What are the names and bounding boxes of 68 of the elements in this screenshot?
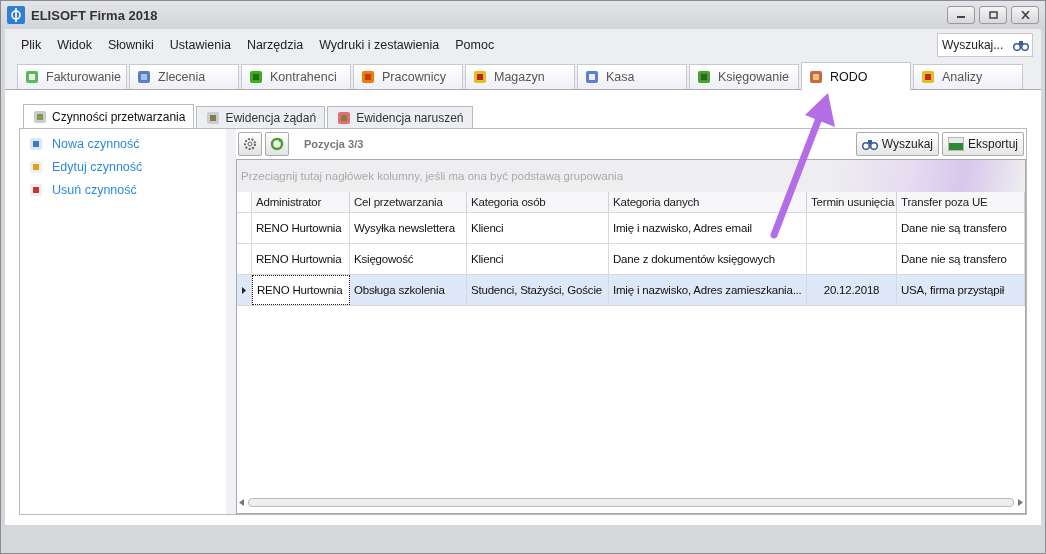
group-hint: Przeciągnij tutaj nagłówek kolumny, jeśli ma ona być podstawą grupowania — [241, 170, 624, 182]
refresh-button[interactable] — [265, 132, 289, 156]
table-cell: RENO Hurtownia — [252, 213, 350, 243]
gear-icon — [243, 137, 257, 151]
position-label: Pozycja 3/3 — [304, 138, 364, 150]
table-cell: RENO Hurtownia — [252, 275, 350, 305]
module-tab[interactable]: Magazyn — [465, 64, 575, 89]
table-cell: 20.12.2018 — [807, 275, 897, 305]
sub-tab[interactable]: Ewidencja naruszeń — [327, 106, 473, 128]
menu-item[interactable]: Plik — [13, 38, 50, 52]
minimize-button[interactable] — [947, 6, 975, 24]
table-row[interactable]: RENO Hurtownia Obsługa szkolenia Studenci, Stażyści, Goście Imię i nazwisko, Adres zamieszkania... 20.12.2018 USA, firma przystąpił — [237, 275, 1025, 306]
table-cell: RENO Hurtownia — [252, 244, 350, 274]
refresh-icon — [270, 137, 284, 151]
menu-item[interactable]: Wydruki i zestawienia — [311, 38, 448, 52]
table-cell: Imię i nazwisko, Adres zamieszkania... — [609, 275, 807, 305]
settings-button[interactable] — [238, 132, 262, 156]
table-cell: Wysyłka newslettera — [350, 213, 467, 243]
binoculars-icon — [861, 138, 878, 150]
table-cell: Studenci, Stażyści, Goście — [467, 275, 609, 305]
window-title: ELISOFT Firma 2018 — [31, 7, 158, 23]
search-button[interactable]: Wyszukaj — [855, 132, 939, 156]
app-logo-icon — [7, 6, 25, 24]
close-button[interactable] — [1011, 6, 1039, 24]
maximize-button[interactable] — [979, 6, 1007, 24]
column-header[interactable]: Administrator — [252, 192, 350, 212]
module-tab[interactable]: Kasa — [577, 64, 687, 89]
column-header[interactable]: Termin usunięcia — [807, 192, 897, 212]
search-field[interactable]: Wyszukaj... — [937, 33, 1033, 57]
module-tab[interactable]: Kontrahenci — [241, 64, 351, 89]
module-tab[interactable]: Analizy — [913, 64, 1023, 89]
table-cell: Obsługa szkolenia — [350, 275, 467, 305]
close-icon — [1020, 11, 1030, 19]
binoculars-icon[interactable] — [1013, 39, 1029, 51]
menu-item[interactable]: Słowniki — [99, 38, 162, 52]
module-tab[interactable]: RODO — [801, 62, 911, 90]
table-cell: Księgowość — [350, 244, 467, 274]
maximize-icon — [988, 11, 998, 19]
module-tab[interactable]: Księgowanie — [689, 64, 799, 89]
scroll-right-icon[interactable] — [1018, 498, 1023, 506]
table-cell: USA, firma przystąpił — [897, 275, 1025, 305]
table-cell: Dane nie są transfero — [897, 213, 1025, 243]
export-button[interactable]: Eksportuj — [941, 132, 1024, 156]
action-link[interactable]: Edytuj czynność — [28, 158, 218, 176]
column-header[interactable]: Cel przetwarzania — [350, 192, 467, 212]
scroll-left-icon[interactable] — [239, 498, 244, 506]
table-cell: Klienci — [467, 213, 609, 243]
row-pointer-icon — [242, 286, 246, 294]
menu-item[interactable]: Ustawienia — [161, 38, 239, 52]
column-header[interactable]: Transfer poza UE — [897, 192, 1025, 212]
action-link[interactable]: Nowa czynność — [28, 135, 218, 153]
menu-item[interactable]: Widok — [49, 38, 100, 52]
module-tab[interactable]: Fakturowanie — [17, 64, 127, 89]
table-cell: Klienci — [467, 244, 609, 274]
module-tab[interactable]: Pracownicy — [353, 64, 463, 89]
table-cell: Dane z dokumentów księgowych — [609, 244, 807, 274]
table-cell: Imię i nazwisko, Adres email — [609, 213, 807, 243]
column-header[interactable]: Kategoria danych — [609, 192, 807, 212]
table-row[interactable]: RENO Hurtownia Wysyłka newslettera Klienci Imię i nazwisko, Adres email Dane nie są transfero — [237, 213, 1025, 244]
sub-tab[interactable]: Czynności przetwarzania — [23, 104, 195, 129]
table-cell: Dane nie są transfero — [897, 244, 1025, 274]
module-tab[interactable]: Zlecenia — [129, 64, 239, 89]
sub-tab[interactable]: Ewidencja żądań — [196, 106, 326, 128]
action-link[interactable]: Usuń czynność — [28, 181, 218, 199]
column-header[interactable]: Kategoria osób — [467, 192, 609, 212]
menu-item[interactable]: Pomoc — [447, 38, 503, 52]
menu-item[interactable]: Narzędzia — [238, 38, 312, 52]
spreadsheet-icon — [947, 137, 964, 151]
